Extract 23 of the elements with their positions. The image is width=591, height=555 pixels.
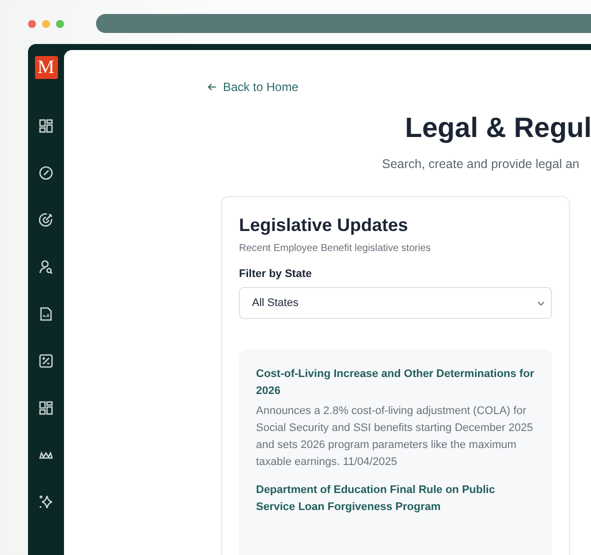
app-logo: M xyxy=(34,56,58,79)
story-summary: Announces a 2.8% cost-of-living adjustment (COLA) for Social Security and SSI benefits starting December 2025 and sets 2026 program parameters like the maximum taxable earnings. 11/04/2025 xyxy=(256,404,534,470)
chevron-icon xyxy=(537,300,545,306)
story-title[interactable]: Cost-of-Living Increase and Other Determinations for 2026 xyxy=(256,366,535,400)
target-icon xyxy=(39,213,53,227)
user-search-icon xyxy=(39,260,53,274)
page-title: Legal & Regul xyxy=(405,112,591,144)
grid-icon xyxy=(39,119,53,133)
gauge-icon xyxy=(39,166,53,180)
card-title: Legislative Updates xyxy=(239,215,410,236)
report-icon xyxy=(39,307,53,321)
page-subtitle: Search, create and provide legal an xyxy=(382,157,580,171)
filter-label: Filter by State xyxy=(239,268,313,280)
sparkles-icon xyxy=(38,494,54,510)
back-link[interactable]: Back to Home xyxy=(207,80,591,94)
story-title[interactable]: Department of Education Final Rule on Public Service Loan Forgiveness Program xyxy=(256,482,535,516)
percent-icon xyxy=(39,354,53,368)
crown-icon xyxy=(39,451,53,459)
state-select[interactable]: All States xyxy=(239,287,552,319)
window-control[interactable] xyxy=(28,20,36,28)
grid-icon xyxy=(39,401,53,415)
card-subtitle: Recent Employee Benefit legislative stories xyxy=(239,243,432,254)
arrow-left-icon xyxy=(207,83,217,91)
